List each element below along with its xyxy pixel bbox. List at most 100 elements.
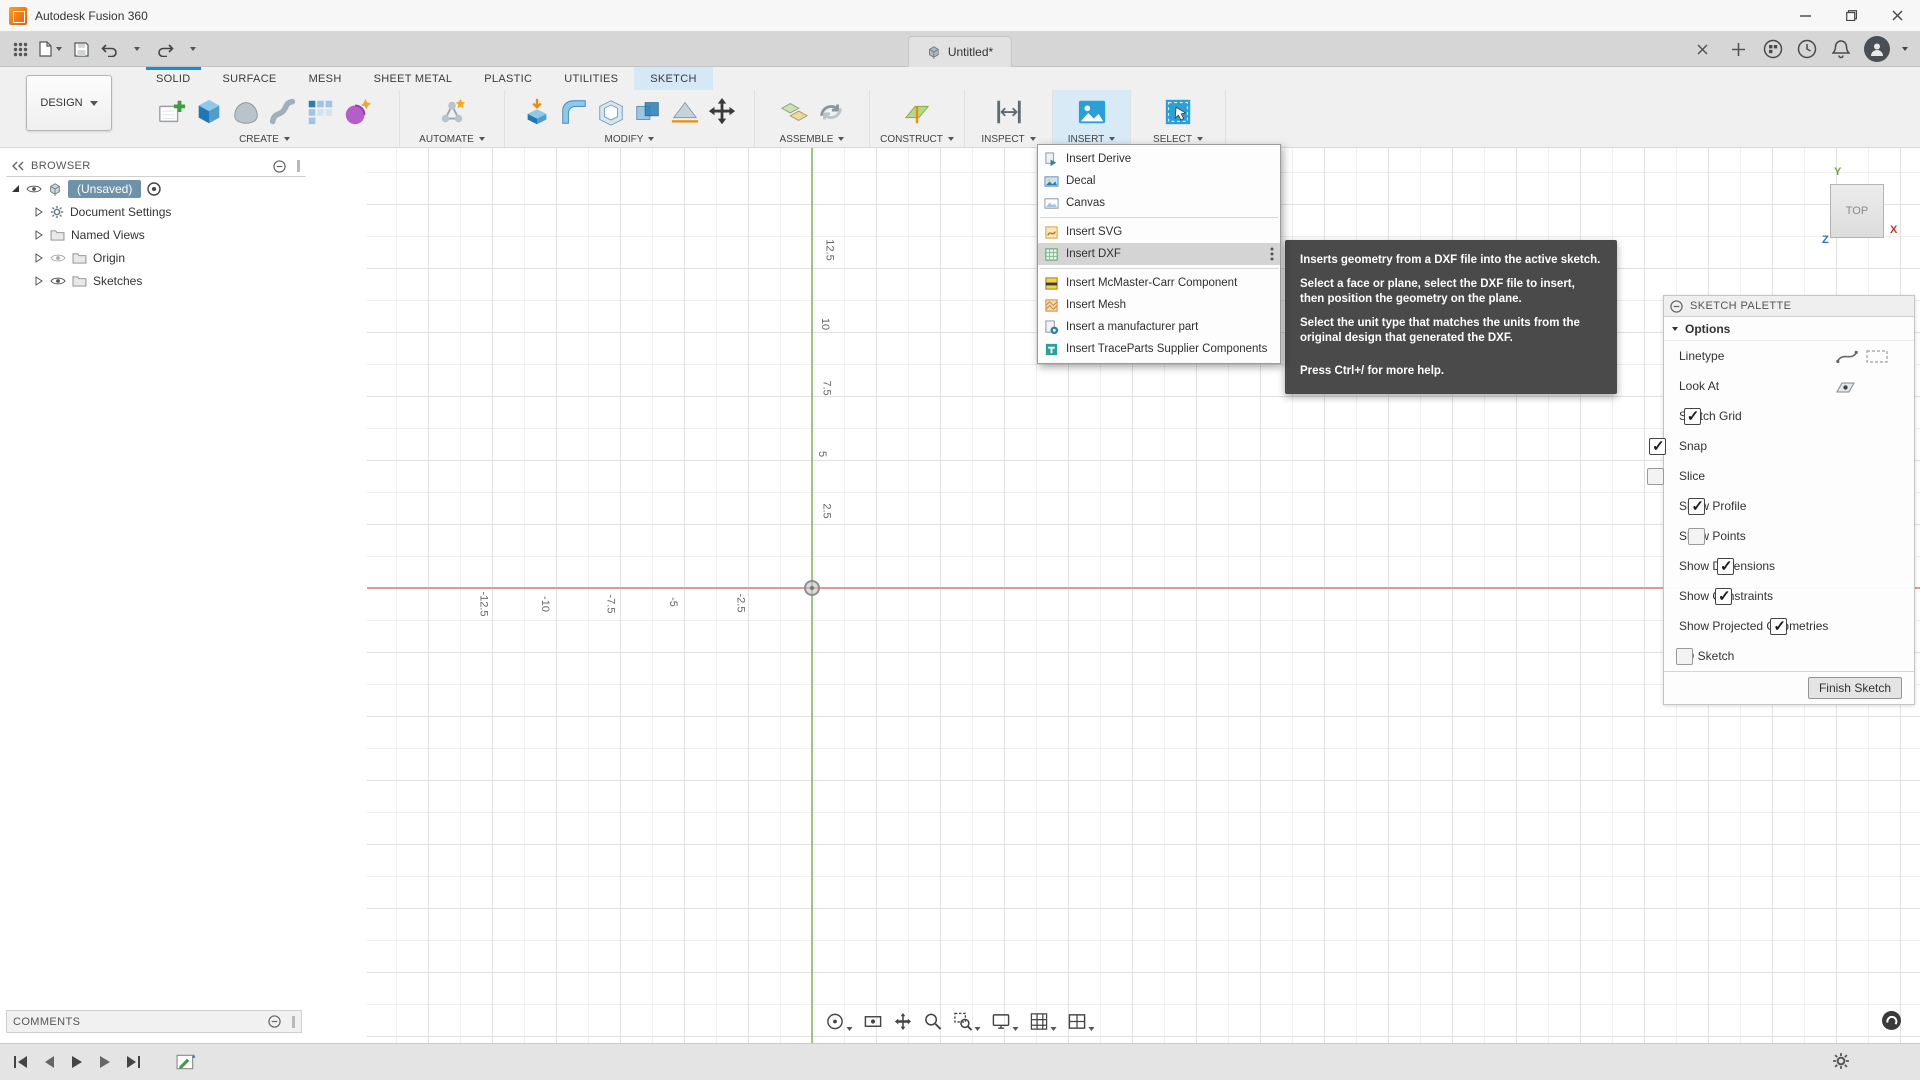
browser-root-row[interactable]: (Unsaved) xyxy=(6,177,306,200)
construction-plane-icon[interactable] xyxy=(901,96,933,128)
move-copy-icon[interactable] xyxy=(706,96,738,128)
minimize-panel-icon[interactable] xyxy=(268,1015,281,1028)
browser-item-sketches[interactable]: Sketches xyxy=(6,269,306,292)
go-to-start-icon[interactable] xyxy=(10,1051,32,1073)
new-tab-icon[interactable] xyxy=(1726,36,1750,62)
expander-open-icon[interactable] xyxy=(10,184,20,193)
user-avatar[interactable] xyxy=(1864,36,1890,62)
tab-solid[interactable]: SOLID xyxy=(140,67,207,90)
menu-item-insert-mesh[interactable]: Insert Mesh xyxy=(1038,294,1280,316)
tab-mesh[interactable]: MESH xyxy=(293,67,358,90)
menu-item-insert-mcmaster-carr[interactable]: Insert McMaster-Carr Component xyxy=(1038,272,1280,294)
construct-dropdown[interactable]: CONSTRUCT xyxy=(880,132,954,146)
app-grid-icon[interactable] xyxy=(8,36,32,62)
menu-item-insert-traceparts[interactable]: Insert TraceParts Supplier Components xyxy=(1038,338,1280,360)
insert-icon[interactable] xyxy=(1076,96,1108,128)
display-settings-icon[interactable] xyxy=(990,1010,1021,1033)
show-points-checkbox[interactable] xyxy=(1687,527,1705,545)
measure-icon[interactable] xyxy=(993,96,1025,128)
menu-item-options-icon[interactable] xyxy=(1270,247,1274,261)
menu-item-canvas[interactable]: Canvas xyxy=(1038,192,1280,214)
show-projected-geometries-checkbox[interactable] xyxy=(1770,617,1788,635)
snap-checkbox[interactable] xyxy=(1649,437,1667,455)
viewport[interactable]: 12.5 10 7.5 5 2.5 -12.5 -10 -7.5 -5 -2.5… xyxy=(0,148,1920,1043)
spline-linetype-icon[interactable] xyxy=(1836,349,1858,364)
sweep-icon[interactable] xyxy=(267,96,299,128)
activate-target-icon[interactable] xyxy=(147,181,162,196)
automate-dropdown[interactable]: AUTOMATE xyxy=(419,132,485,146)
extensions-icon[interactable] xyxy=(1762,38,1784,60)
pan-icon[interactable] xyxy=(892,1010,915,1033)
file-menu-button[interactable] xyxy=(36,36,65,62)
extrude-icon[interactable] xyxy=(193,96,225,128)
create-sketch-icon[interactable] xyxy=(156,96,188,128)
create-form-icon[interactable] xyxy=(341,96,373,128)
zoom-icon[interactable] xyxy=(922,1010,945,1033)
shell-icon[interactable] xyxy=(595,96,627,128)
select-icon[interactable] xyxy=(1162,96,1194,128)
undo-button[interactable] xyxy=(97,36,121,62)
press-pull-icon[interactable] xyxy=(521,96,553,128)
expander-closed-icon[interactable] xyxy=(34,229,44,240)
zoom-window-icon[interactable] xyxy=(952,1010,983,1033)
collapse-panel-icon[interactable] xyxy=(12,161,24,171)
create-dropdown[interactable]: CREATE xyxy=(239,132,290,146)
show-dimensions-checkbox[interactable] xyxy=(1717,557,1735,575)
undo-caret-icon[interactable] xyxy=(125,36,149,62)
tab-sheet-metal[interactable]: SHEET METAL xyxy=(358,67,469,90)
inspect-dropdown[interactable]: INSPECT xyxy=(981,132,1036,146)
look-at-nav-icon[interactable] xyxy=(862,1010,885,1033)
pattern-icon[interactable] xyxy=(304,96,336,128)
3d-sketch-checkbox[interactable] xyxy=(1676,647,1694,665)
browser-item-named-views[interactable]: Named Views xyxy=(6,223,306,246)
viewcube-top-face[interactable]: TOP xyxy=(1830,184,1884,238)
tab-surface[interactable]: SURFACE xyxy=(207,67,293,90)
revolve-icon[interactable] xyxy=(230,96,262,128)
menu-item-decal[interactable]: Decal xyxy=(1038,170,1280,192)
assemble-dropdown[interactable]: ASSEMBLE xyxy=(780,132,845,146)
account-menu-caret-icon[interactable] xyxy=(1902,47,1908,51)
grid-settings-icon[interactable] xyxy=(1028,1010,1059,1033)
play-icon[interactable] xyxy=(66,1051,88,1073)
origin-point[interactable] xyxy=(804,580,820,596)
step-back-icon[interactable] xyxy=(38,1051,60,1073)
finish-sketch-button[interactable]: Finish Sketch xyxy=(1807,677,1902,699)
assistant-status-icon[interactable] xyxy=(1881,1010,1902,1031)
minimize-panel-icon[interactable] xyxy=(273,159,286,173)
tab-sketch[interactable]: SKETCH xyxy=(634,67,713,90)
step-forward-icon[interactable] xyxy=(94,1051,116,1073)
document-name-chip[interactable]: (Unsaved) xyxy=(68,179,142,198)
options-section-header[interactable]: Options xyxy=(1664,317,1914,341)
viewcube[interactable]: Y TOP X Z xyxy=(1822,166,1912,256)
close-button[interactable] xyxy=(1874,0,1920,32)
tab-utilities[interactable]: UTILITIES xyxy=(548,67,634,90)
minimize-button[interactable] xyxy=(1782,0,1828,32)
redo-button[interactable] xyxy=(153,36,177,62)
fillet-icon[interactable] xyxy=(558,96,590,128)
document-tab[interactable]: Untitled* xyxy=(907,36,1013,67)
close-tab-icon[interactable] xyxy=(1690,36,1714,62)
menu-item-insert-dxf[interactable]: Insert DXF xyxy=(1038,243,1280,265)
minimize-panel-icon[interactable] xyxy=(1670,299,1683,313)
joint-icon[interactable] xyxy=(815,96,847,128)
combine-icon[interactable] xyxy=(632,96,664,128)
menu-item-insert-derive[interactable]: Insert Derive xyxy=(1038,148,1280,170)
browser-item-document-settings[interactable]: Document Settings xyxy=(6,200,306,223)
automate-icon[interactable] xyxy=(436,96,468,128)
browser-item-origin[interactable]: Origin xyxy=(6,246,306,269)
sketch-grid-checkbox[interactable] xyxy=(1683,407,1701,425)
visibility-eye-icon[interactable] xyxy=(26,184,42,194)
show-constraints-checkbox[interactable] xyxy=(1715,587,1733,605)
job-status-clock-icon[interactable] xyxy=(1796,38,1818,60)
panel-resize-handle[interactable] xyxy=(297,160,300,172)
show-profile-checkbox[interactable] xyxy=(1688,497,1706,515)
timeline-settings-gear-icon[interactable] xyxy=(1832,1052,1850,1070)
redo-caret-icon[interactable] xyxy=(181,36,205,62)
save-button[interactable] xyxy=(69,36,93,62)
menu-item-insert-svg[interactable]: Insert SVG xyxy=(1038,221,1280,243)
orbit-icon[interactable] xyxy=(824,1010,855,1033)
menu-item-insert-manufacturer-part[interactable]: Insert a manufacturer part xyxy=(1038,316,1280,338)
workspace-selector-button[interactable]: DESIGN xyxy=(26,75,112,131)
panel-resize-handle[interactable] xyxy=(292,1015,295,1028)
look-at-icon[interactable] xyxy=(1835,379,1856,394)
